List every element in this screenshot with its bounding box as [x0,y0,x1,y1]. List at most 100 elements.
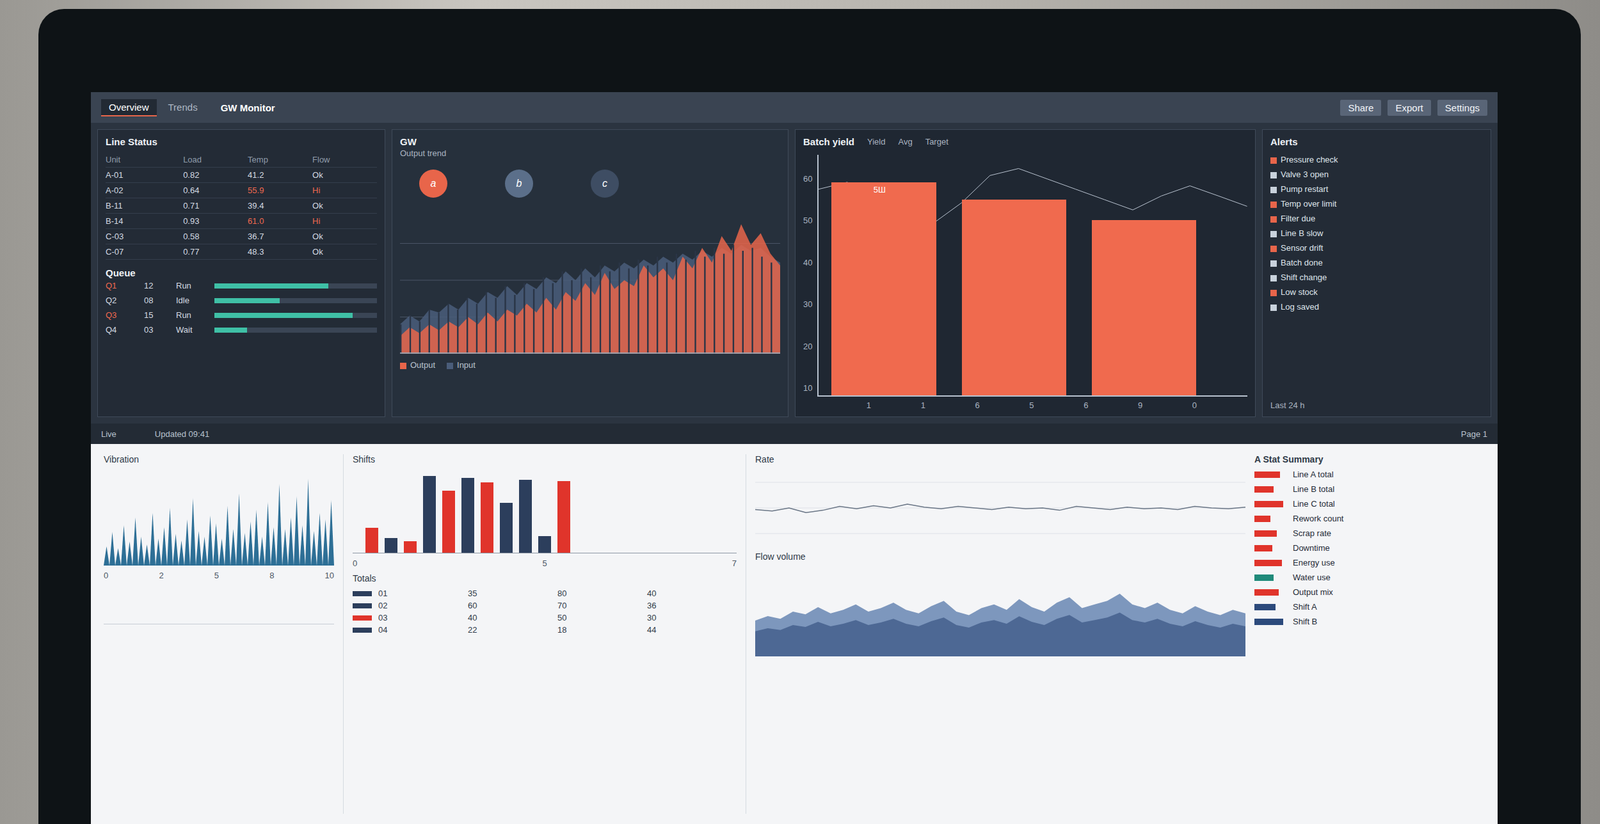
table-cell: 22 [467,625,558,635]
summary-bar-track [1254,560,1287,567]
table-row[interactable]: 02607036 [352,600,737,611]
series-bar [685,259,687,354]
bar[interactable] [423,476,436,553]
alert-item[interactable]: Low stock [1270,287,1483,297]
bar[interactable] [557,481,571,553]
bar[interactable] [519,480,532,553]
table-row[interactable]: 03405030 [352,613,737,623]
spike [276,484,283,567]
series-bar [437,312,440,354]
row-swatch [352,615,372,621]
table-cell: 02 [378,600,468,611]
summary-row[interactable]: Line A total [1254,469,1485,480]
summary-section: A Stat Summary Line A total Line B total… [1254,454,1485,815]
column-header[interactable]: Unit [105,154,184,165]
summary-row[interactable]: Output mix [1254,587,1485,598]
series-bar [400,324,402,354]
summary-bar [1254,560,1282,567]
bar[interactable] [403,541,417,553]
alert-item[interactable]: Shift change [1270,272,1483,283]
bar[interactable] [442,490,456,554]
alert-item[interactable]: Pressure check [1270,154,1483,165]
x-tick: 6 [1083,400,1088,411]
table-row[interactable]: A-010.8241.2Ok [105,167,377,184]
alert-item[interactable]: Temp over limit [1270,199,1483,209]
queue-row[interactable]: Q112Run [105,278,377,294]
alert-item[interactable]: Line B slow [1270,228,1483,239]
series-bar [609,271,611,354]
table-row[interactable]: B-140.9361.0Hi [105,213,377,230]
bar[interactable] [499,503,513,553]
alert-item[interactable]: Batch done [1270,257,1483,268]
tab[interactable]: Trends [160,99,206,117]
summary-bar-track [1254,604,1287,611]
summary-row[interactable]: Downtime [1254,543,1485,553]
spike [299,525,306,566]
bar[interactable]: 5Ш [831,182,936,396]
alert-item[interactable]: Sensor drift [1270,243,1483,253]
alert-item[interactable]: Log saved [1270,302,1483,312]
queue-row[interactable]: Q208Idle [105,293,377,308]
bar[interactable] [961,199,1067,396]
summary-row[interactable]: Shift A [1254,602,1485,612]
table-cell: 40 [467,613,558,623]
toolbar-button[interactable]: Share [1340,99,1382,116]
y-tick: 10 [803,383,813,393]
queue-row[interactable]: Q315Run [105,307,377,323]
table-cell: 18 [557,625,648,635]
queue-meter [214,283,377,289]
column-header[interactable]: Temp [247,154,313,165]
alert-item[interactable]: Filter due [1270,213,1483,224]
queue-row[interactable]: Q403Wait [105,322,377,338]
tab[interactable]: Overview [101,99,157,117]
spike [155,538,162,566]
summary-bar [1254,501,1284,508]
bar[interactable] [1091,220,1197,396]
series-bar [428,309,431,354]
toolbar-button[interactable]: Export [1387,99,1431,116]
summary-row[interactable]: Line B total [1254,484,1485,495]
table-cell: 80 [557,588,648,599]
bar[interactable] [365,528,379,553]
bar[interactable] [461,478,475,553]
summary-row[interactable]: Shift B [1254,616,1485,627]
series-bar [466,298,468,354]
table-row[interactable]: 04221844 [352,625,737,635]
bubble-marker[interactable]: b [504,169,534,198]
series-bar [760,256,763,354]
bubble-marker[interactable]: c [590,169,619,198]
column-header[interactable]: Flow [312,154,377,165]
table-row[interactable]: C-030.5836.7Ok [105,229,377,245]
summary-row[interactable]: Line C total [1254,499,1485,509]
alert-list: Pressure check Valve 3 open Pump restart Te… [1270,154,1483,312]
series-bar [533,289,535,354]
legend: OutputInput [400,360,781,370]
alert-marker [1270,260,1277,267]
grid-line [755,482,1246,484]
table-row[interactable]: C-070.7748.3Ok [105,244,377,260]
summary-row[interactable]: Water use [1254,572,1485,583]
table-row[interactable]: 01358040 [352,588,737,599]
table-row[interactable]: B-110.7139.4Ok [105,198,377,214]
rate-line-chart [755,469,1246,547]
queue-cell: Run [176,280,215,291]
bar[interactable] [480,482,494,554]
summary-row[interactable]: Scrap rate [1254,528,1485,539]
table-cell: 48.3 [247,247,313,257]
alert-item[interactable]: Valve 3 open [1270,169,1483,180]
bar[interactable] [384,538,398,553]
summary-row[interactable]: Energy use [1254,558,1485,568]
spike [236,494,242,567]
bubble-marker[interactable]: a [419,169,448,198]
table-cell: Hi [312,216,377,226]
table-cell: 61.0 [247,216,313,226]
series-bar [599,265,601,354]
column-header[interactable]: Load [183,154,248,165]
bar[interactable] [538,536,552,553]
table-row[interactable]: A-020.6455.9Hi [105,183,377,199]
status-strip: Live Updated 09:41 Page 1 [90,423,1498,445]
toolbar-button[interactable]: Settings [1437,99,1488,116]
summary-row[interactable]: Rework count [1254,513,1485,524]
table-cell: C-07 [105,247,184,257]
alert-item[interactable]: Pump restart [1270,184,1483,194]
